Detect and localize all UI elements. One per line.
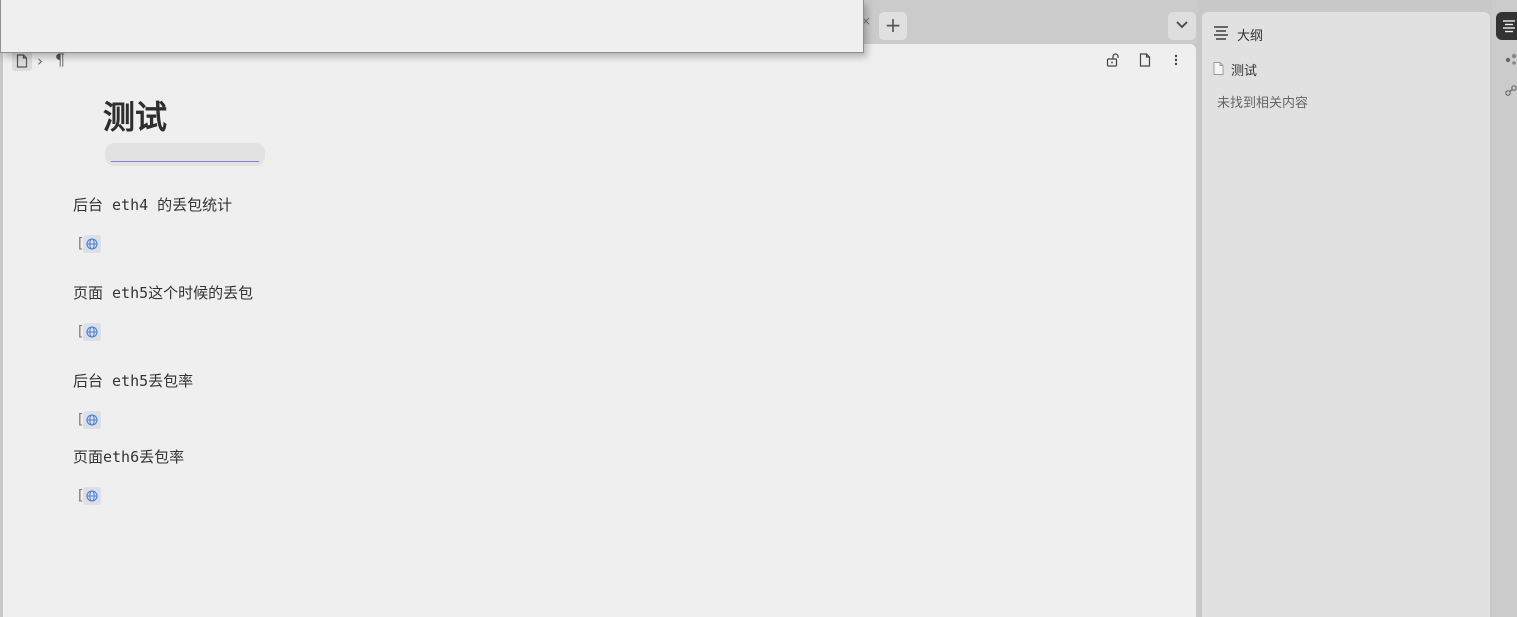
link-chip[interactable] <box>83 411 101 429</box>
editor-pane <box>3 44 1196 617</box>
add-tab-button[interactable]: + <box>879 12 907 40</box>
outline-panel-title: 大纲 <box>1237 29 1264 44</box>
outline-icon <box>1503 20 1515 33</box>
more-vertical-icon <box>1174 54 1178 66</box>
link-chip[interactable] <box>83 487 101 505</box>
unlock-icon <box>1106 53 1119 67</box>
breadcrumb-doc-button[interactable] <box>12 51 32 71</box>
embedded-link[interactable]: [ <box>78 487 102 505</box>
link-chip[interactable] <box>83 235 101 253</box>
embedded-link[interactable]: [ <box>78 235 102 253</box>
outline-dock-button[interactable] <box>1496 12 1517 40</box>
globe-icon <box>86 490 98 502</box>
file-icon <box>16 54 28 68</box>
graph-icon[interactable] <box>1505 53 1517 65</box>
paragraph-item[interactable]: 后台 eth5丢包率 <box>73 371 193 391</box>
embedded-link[interactable]: [ <box>78 411 102 429</box>
globe-icon <box>86 238 98 250</box>
title-underline <box>111 161 259 162</box>
embedded-link[interactable]: [ <box>78 323 102 341</box>
popup-panel <box>0 0 864 53</box>
outline-icon <box>1214 26 1228 40</box>
breadcrumb-separator: › <box>37 52 43 70</box>
outline-doc-item[interactable]: 测试 <box>1231 60 1257 79</box>
paragraph-item[interactable]: 页面eth6丢包率 <box>73 447 184 467</box>
backlink-graph-icon[interactable] <box>1505 85 1517 97</box>
doc-info-button[interactable] <box>1137 52 1153 68</box>
lock-toggle-button[interactable] <box>1105 52 1121 68</box>
globe-icon <box>86 326 98 338</box>
file-icon <box>1213 62 1224 75</box>
chevron-down-icon <box>1176 21 1188 29</box>
tab-list-button[interactable] <box>1168 12 1196 40</box>
outline-empty-message: 未找到相关内容 <box>1217 96 1309 111</box>
title-input-field[interactable] <box>105 143 265 166</box>
more-options-button[interactable] <box>1168 52 1184 68</box>
file-icon <box>1139 53 1151 67</box>
paragraph-item[interactable]: 后台 eth4 的丢包统计 <box>73 195 232 215</box>
link-chip[interactable] <box>83 323 101 341</box>
globe-icon <box>86 414 98 426</box>
document-title[interactable]: 测试 <box>103 97 167 137</box>
paragraph-item[interactable]: 页面 eth5这个时候的丢包 <box>73 283 253 303</box>
